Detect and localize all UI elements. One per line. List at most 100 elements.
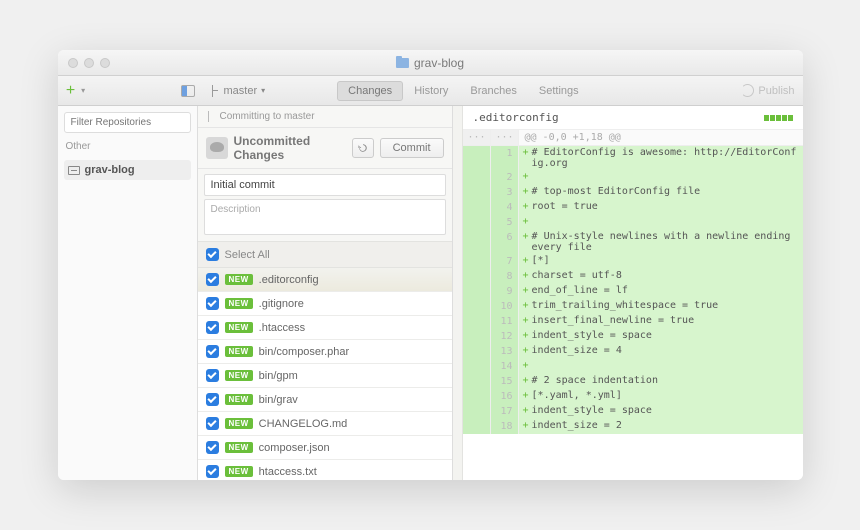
committing-to-header: Committing to master	[198, 106, 452, 128]
commit-button[interactable]: Commit	[380, 138, 444, 158]
file-row[interactable]: NEWbin/grav	[198, 388, 452, 412]
toolbar: + ▾ master ▾ Changes History Branches Se…	[58, 76, 803, 106]
checkbox-icon[interactable]	[206, 417, 219, 430]
new-badge: NEW	[225, 466, 253, 477]
checkbox-icon[interactable]	[206, 393, 219, 406]
diff-line: 11+insert_final_newline = true	[463, 314, 803, 329]
checkbox-icon[interactable]	[206, 248, 219, 261]
code-text: indent_size = 2	[532, 420, 622, 433]
avatar-icon	[206, 137, 228, 159]
tab-history[interactable]: History	[403, 81, 459, 101]
diff-line: 4+root = true	[463, 200, 803, 215]
sidebar-section-other: Other	[64, 139, 191, 154]
diff-line: 10+trim_trailing_whitespace = true	[463, 299, 803, 314]
code-text: # Unix-style newlines with a newline end…	[532, 231, 799, 253]
publish-button[interactable]: Publish	[741, 84, 794, 97]
code-text: indent_size = 4	[532, 345, 622, 358]
tab-branches[interactable]: Branches	[459, 81, 527, 101]
branch-icon	[210, 85, 220, 97]
sync-icon	[741, 84, 754, 97]
diff-line: 12+indent_style = space	[463, 329, 803, 344]
select-all-label: Select All	[225, 249, 270, 261]
file-name: .editorconfig	[259, 274, 319, 286]
select-all-row[interactable]: Select All	[198, 241, 452, 268]
file-row[interactable]: NEWbin/gpm	[198, 364, 452, 388]
new-badge: NEW	[225, 322, 253, 333]
file-list: NEW .editorconfig NEW .gitignore NEW .htacces…	[198, 268, 452, 480]
file-name: bin/composer.phar	[259, 346, 350, 358]
app-window: grav-blog + ▾ master ▾ Changes History B…	[58, 50, 803, 480]
diff-filename: .editorconfig	[473, 111, 559, 124]
undo-icon	[357, 142, 369, 154]
changes-panel: Committing to master Uncommitted Changes…	[198, 106, 453, 480]
undo-button[interactable]	[352, 138, 374, 158]
file-row[interactable]: NEW bin/composer.phar	[198, 340, 452, 364]
code-text: # top-most EditorConfig file	[532, 186, 701, 199]
new-badge: NEW	[225, 418, 253, 429]
uncommitted-title: Uncommitted Changes	[234, 134, 346, 162]
diff-body: 1+# EditorConfig is awesome: http://Edit…	[463, 146, 803, 480]
commit-description-input[interactable]: Description	[204, 199, 446, 235]
tab-changes[interactable]: Changes	[337, 81, 403, 101]
committing-to-text: Committing to master	[220, 111, 315, 122]
checkbox-icon[interactable]	[206, 321, 219, 334]
window-title: grav-blog	[396, 56, 464, 70]
diff-line: 17+indent_style = space	[463, 404, 803, 419]
sidebar: Other grav-blog	[58, 106, 198, 480]
commit-summary-input[interactable]	[204, 174, 446, 196]
new-badge: NEW	[225, 274, 253, 285]
code-text: # 2 space indentation	[532, 375, 658, 388]
checkbox-icon[interactable]	[206, 297, 219, 310]
diff-line: 13+indent_size = 4	[463, 344, 803, 359]
add-repo-button[interactable]: + ▾	[66, 81, 86, 101]
diff-hunk-header: ······ @@ -0,0 +1,18 @@	[463, 130, 803, 146]
repo-item[interactable]: grav-blog	[64, 160, 191, 180]
checkbox-icon[interactable]	[206, 369, 219, 382]
code-text: root = true	[532, 201, 598, 214]
chevron-down-icon: ▾	[81, 86, 85, 95]
file-row[interactable]: NEW htaccess.txt	[198, 460, 452, 480]
new-badge: NEW	[225, 346, 253, 357]
diff-line: 16+[*.yaml, *.yml]	[463, 389, 803, 404]
diff-panel: .editorconfig ······ @@ -0,0 +1,18 @@ 1+…	[463, 106, 803, 480]
diff-line: 2+	[463, 170, 803, 185]
diff-gutter[interactable]	[453, 106, 463, 480]
filter-repos-input[interactable]	[64, 112, 191, 133]
file-row[interactable]: NEW .gitignore	[198, 292, 452, 316]
code-text: insert_final_newline = true	[532, 315, 695, 328]
code-text: charset = utf-8	[532, 270, 622, 283]
file-name: htaccess.txt	[259, 466, 317, 478]
checkbox-icon[interactable]	[206, 273, 219, 286]
diff-stats-icon	[764, 115, 793, 121]
new-badge: NEW	[225, 298, 253, 309]
new-badge: NEW	[225, 442, 253, 453]
code-text: indent_style = space	[532, 330, 652, 343]
diff-line: 7+[*]	[463, 254, 803, 269]
nav-tabs: Changes History Branches Settings	[337, 81, 590, 101]
zoom-icon[interactable]	[100, 58, 110, 68]
diff-line: 14+	[463, 359, 803, 374]
content: Other grav-blog Committing to master Unc…	[58, 106, 803, 480]
window-title-text: grav-blog	[414, 56, 464, 70]
branch-selector[interactable]: master ▾	[210, 85, 266, 97]
code-text: indent_style = space	[532, 405, 652, 418]
file-row[interactable]: NEWcomposer.json	[198, 436, 452, 460]
file-row[interactable]: NEW .editorconfig	[198, 268, 452, 292]
checkbox-icon[interactable]	[206, 345, 219, 358]
branch-name: master	[224, 85, 258, 97]
tab-settings[interactable]: Settings	[528, 81, 590, 101]
file-name: .htaccess	[259, 322, 305, 334]
file-row[interactable]: NEWCHANGELOG.md	[198, 412, 452, 436]
checkbox-icon[interactable]	[206, 441, 219, 454]
file-name: .gitignore	[259, 298, 304, 310]
file-name: bin/grav	[259, 394, 298, 406]
hunk-text: @@ -0,0 +1,18 @@	[519, 130, 627, 145]
code-text: trim_trailing_whitespace = true	[532, 300, 719, 313]
file-row[interactable]: NEW .htaccess	[198, 316, 452, 340]
folder-icon	[396, 58, 409, 68]
repo-icon	[68, 166, 80, 175]
minimize-icon[interactable]	[84, 58, 94, 68]
checkbox-icon[interactable]	[206, 465, 219, 478]
panel-toggle-button[interactable]	[178, 81, 198, 101]
close-icon[interactable]	[68, 58, 78, 68]
